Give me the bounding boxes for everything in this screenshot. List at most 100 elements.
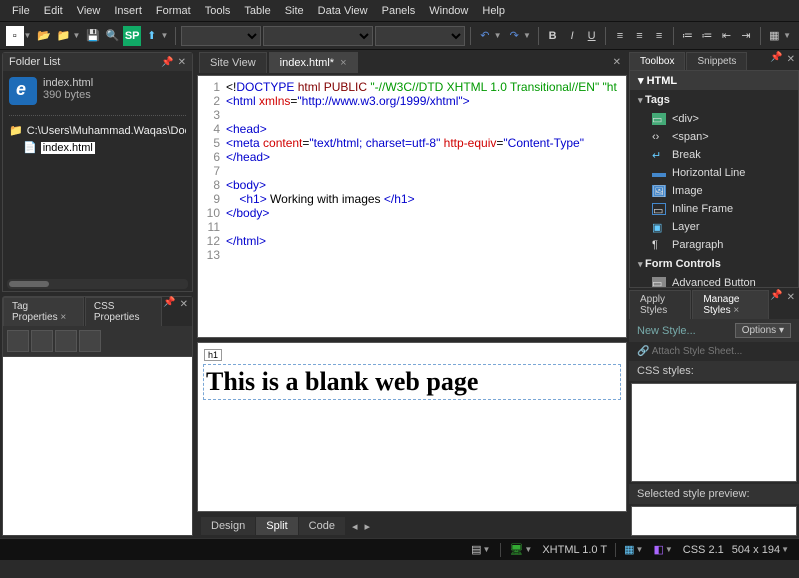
style-selector[interactable]	[181, 26, 261, 46]
menu-help[interactable]: Help	[476, 3, 511, 19]
tab-snippets[interactable]: Snippets	[686, 52, 747, 70]
toolbox-item-image[interactable]: 🖼Image	[630, 182, 798, 200]
dropdown-icon[interactable]: ▼	[494, 31, 504, 40]
menu-format[interactable]: Format	[150, 3, 197, 19]
menu-dataview[interactable]: Data View	[312, 3, 374, 19]
options-button[interactable]: Options ▾	[735, 323, 791, 338]
sort-az-button[interactable]	[7, 330, 29, 352]
show-set-button[interactable]	[55, 330, 77, 352]
tab-site-view[interactable]: Site View	[199, 52, 267, 73]
menu-edit[interactable]: Edit	[38, 3, 69, 19]
preview-heading[interactable]: This is a blank web page	[204, 365, 620, 399]
close-icon[interactable]: ✕	[178, 57, 186, 68]
menu-table[interactable]: Table	[238, 3, 276, 19]
nav-next-icon[interactable]: ▸	[364, 520, 370, 533]
toolbox-item-iframe[interactable]: ▭Inline Frame	[630, 200, 798, 218]
close-icon[interactable]: ×	[733, 305, 739, 316]
tab-split[interactable]: Split	[256, 517, 297, 535]
superpreview-button[interactable]: SP	[123, 26, 141, 46]
menu-view[interactable]: View	[71, 3, 107, 19]
status-doctype[interactable]: XHTML 1.0 T	[542, 544, 607, 556]
breadcrumb[interactable]: h1	[204, 349, 222, 361]
underline-button[interactable]: U	[583, 26, 601, 46]
nav-prev-icon[interactable]: ◂	[352, 520, 358, 533]
redo-button[interactable]: ↷	[506, 26, 524, 46]
toolbox-item-div[interactable]: ▭<div>	[630, 110, 798, 128]
outside-borders-button[interactable]: ▦	[766, 26, 784, 46]
toolbox-item-hr[interactable]: Horizontal Line	[630, 164, 798, 182]
status-style-icon[interactable]: ▦ ▼	[624, 543, 645, 556]
status-dimensions[interactable]: 504 x 194 ▼	[732, 544, 791, 556]
toolbox-item-break[interactable]: ↵Break	[630, 146, 798, 164]
fontsize-selector[interactable]	[375, 26, 465, 46]
align-right-button[interactable]: ≡	[650, 26, 668, 46]
toolbox-form-section[interactable]: Form Controls	[630, 254, 798, 274]
pin-icon[interactable]: 📌	[770, 52, 782, 70]
status-css-version[interactable]: CSS 2.1	[683, 544, 724, 556]
tree-path[interactable]: 📁C:\Users\Muhammad.Waqas\Documents\M	[9, 124, 186, 137]
dropdown-icon[interactable]: ▼	[24, 31, 34, 40]
attach-stylesheet-link[interactable]: 🔗 Attach Style Sheet...	[629, 342, 799, 361]
bold-button[interactable]: B	[544, 26, 562, 46]
undo-button[interactable]: ↶	[476, 26, 494, 46]
align-center-button[interactable]: ≡	[631, 26, 649, 46]
menu-tools[interactable]: Tools	[199, 3, 237, 19]
close-icon[interactable]: ✕	[787, 292, 795, 317]
status-css-icon[interactable]: ◧ ▼	[653, 543, 674, 556]
bullets-button[interactable]: ≔	[679, 26, 697, 46]
italic-button[interactable]: I	[563, 26, 581, 46]
save-button[interactable]: 💾	[84, 26, 102, 46]
sort-tool-button[interactable]	[31, 330, 53, 352]
css-styles-list[interactable]	[631, 383, 797, 482]
toolbox-item-advbutton[interactable]: ▭Advanced Button	[630, 274, 798, 288]
tab-css-properties[interactable]: CSS Properties	[85, 297, 162, 326]
pin-icon[interactable]: 📌	[161, 57, 173, 68]
dropdown-icon[interactable]: ▼	[523, 31, 533, 40]
tab-code[interactable]: Code	[299, 517, 345, 535]
tab-apply-styles[interactable]: Apply Styles	[629, 290, 691, 319]
tree-selected-file[interactable]: index.html	[41, 142, 95, 154]
open-site-button[interactable]: 📁	[55, 26, 73, 46]
code-editor[interactable]: 1<!DOCTYPE html PUBLIC "-//W3C//DTD XHTM…	[197, 75, 627, 338]
pin-icon[interactable]: 📌	[770, 290, 782, 319]
open-button[interactable]: 📂	[35, 26, 53, 46]
new-page-button[interactable]: ▫	[6, 26, 24, 46]
publish-button[interactable]: ⬆	[143, 26, 161, 46]
new-style-link[interactable]: New Style...	[637, 325, 696, 337]
tab-design[interactable]: Design	[201, 517, 255, 535]
tree-file-node[interactable]: 📄 index.html	[23, 141, 186, 154]
horizontal-scrollbar[interactable]	[7, 279, 188, 289]
menu-insert[interactable]: Insert	[108, 3, 148, 19]
tab-index-html[interactable]: index.html*×	[269, 52, 358, 73]
dropdown-icon[interactable]: ▼	[783, 31, 793, 40]
tab-tag-properties[interactable]: Tag Properties ×	[3, 297, 84, 326]
toolbox-tags-section[interactable]: Tags	[630, 90, 798, 110]
tab-toolbox[interactable]: Toolbox	[629, 52, 685, 70]
dropdown-icon[interactable]: ▼	[160, 31, 170, 40]
numbering-button[interactable]: ≔	[698, 26, 716, 46]
status-visual-aids[interactable]: ▤ ▼	[471, 543, 492, 556]
toolbox-item-layer[interactable]: ▣Layer	[630, 218, 798, 236]
status-download-icon[interactable]: 🖥 ▼	[509, 543, 534, 556]
menu-window[interactable]: Window	[423, 3, 474, 19]
dropdown-icon[interactable]: ▼	[72, 31, 82, 40]
menu-site[interactable]: Site	[279, 3, 310, 19]
close-icon[interactable]: ✕	[180, 299, 188, 324]
close-icon[interactable]: ✕	[787, 54, 795, 68]
close-icon[interactable]: ✕	[613, 57, 621, 68]
folder-tree[interactable]: 📁C:\Users\Muhammad.Waqas\Documents\M 📄 i…	[3, 120, 192, 158]
indent-button[interactable]: ⇥	[737, 26, 755, 46]
menu-panels[interactable]: Panels	[376, 3, 422, 19]
toolbox-html-head[interactable]: ▾ HTML	[630, 71, 798, 90]
filter-button[interactable]	[79, 330, 101, 352]
design-preview[interactable]: h1 This is a blank web page	[197, 342, 627, 512]
outdent-button[interactable]: ⇤	[718, 26, 736, 46]
preview-button[interactable]: 🔍	[104, 26, 122, 46]
close-icon[interactable]: ×	[60, 312, 66, 323]
close-icon[interactable]: ×	[340, 57, 346, 69]
tab-manage-styles[interactable]: Manage Styles ×	[692, 290, 769, 319]
font-selector[interactable]	[263, 26, 373, 46]
toolbox-item-paragraph[interactable]: ¶Paragraph	[630, 236, 798, 254]
menu-file[interactable]: File	[6, 3, 36, 19]
toolbox-item-span[interactable]: ‹›<span>	[630, 128, 798, 146]
